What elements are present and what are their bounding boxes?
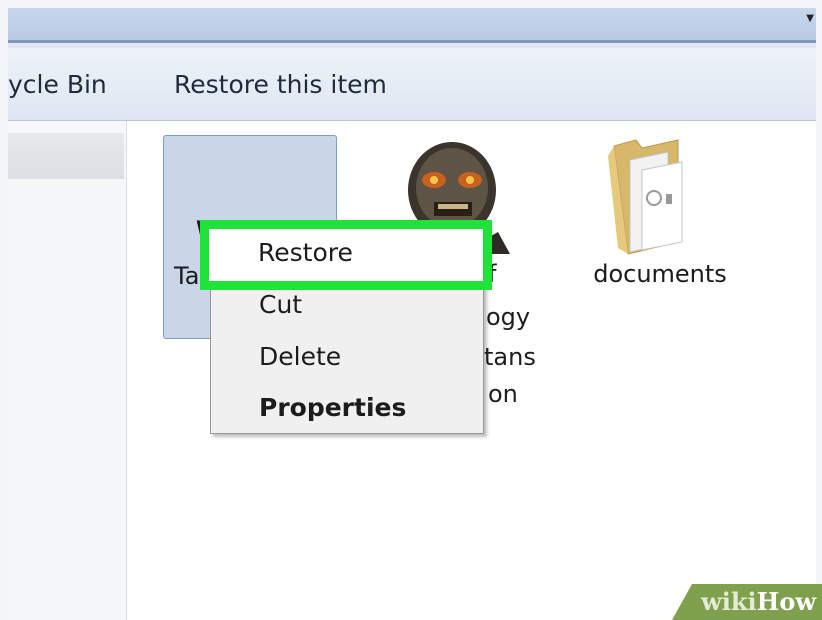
zombie-file-label-line2: ogy (486, 303, 531, 331)
restore-highlight-box (200, 220, 492, 290)
window-title-bar: ▼ (8, 8, 816, 41)
dropdown-arrow-icon[interactable]: ▼ (806, 13, 814, 24)
menu-item-properties[interactable]: Properties (259, 393, 406, 422)
selected-file-label: Ta (174, 262, 200, 290)
zombie-file-label-line3: tans (484, 343, 536, 371)
zombie-file-label-line4: on (488, 380, 518, 408)
wikihow-watermark: wikiHow (672, 584, 822, 620)
recycle-bin-breadcrumb[interactable]: ycle Bin (8, 70, 107, 99)
restore-this-item-button[interactable]: Restore this item (174, 70, 387, 99)
command-bar: ycle Bin Restore this item (8, 48, 816, 121)
nav-selected-item[interactable] (8, 133, 124, 179)
documents-folder-label: documents (593, 260, 727, 288)
watermark-text: wikiHow (701, 587, 816, 616)
folder-icon[interactable] (608, 136, 694, 256)
menu-item-cut[interactable]: Cut (259, 290, 302, 319)
navigation-pane (8, 121, 127, 620)
menu-item-delete[interactable]: Delete (259, 342, 341, 371)
